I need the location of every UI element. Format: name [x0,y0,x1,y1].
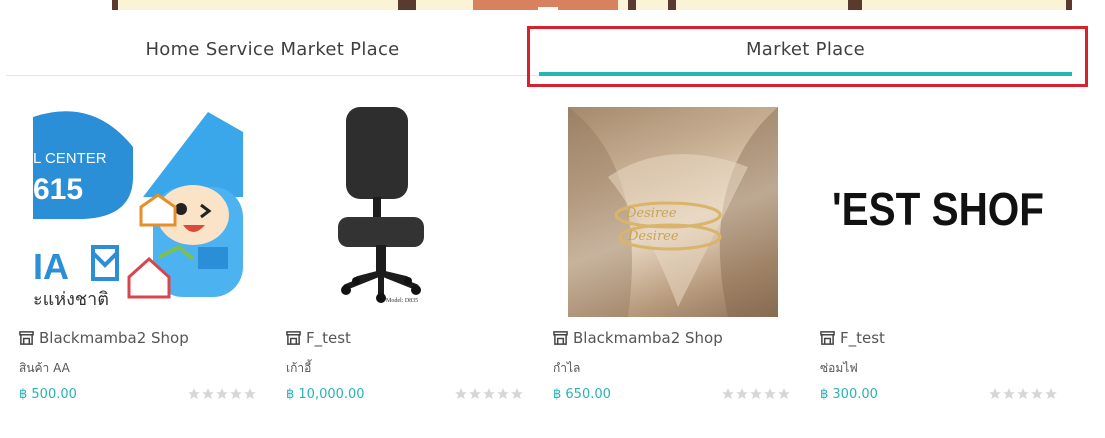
star-icon [230,388,242,400]
test-shop-image-text: 'EST SHOF [834,183,1044,235]
star-icon [722,388,734,400]
star-icon [1031,388,1043,400]
top-banner-strip [112,0,1072,10]
star-icon [1045,388,1057,400]
product-price: ฿ 10,000.00 [286,387,365,402]
product-name[interactable]: สินค้า AA [19,359,70,378]
rating-stars [721,387,793,401]
store-icon [286,330,301,349]
star-icon [216,388,228,400]
product-name[interactable]: เก้าอี้ [286,359,311,378]
rating-stars [454,387,526,401]
product-image[interactable]: Desiree Desiree [568,107,778,317]
shop-label: Blackmamba2 Shop [39,329,189,347]
product-image[interactable]: Model: D835 [286,107,496,317]
shop-name[interactable]: Blackmamba2 Shop [19,329,189,349]
star-icon [1017,388,1029,400]
banner-thai-text: ะแห่งชาติ [33,289,109,310]
store-icon [19,330,34,349]
star-icon [764,388,776,400]
store-icon [553,330,568,349]
shop-name[interactable]: F_test [286,329,351,349]
star-icon [1003,388,1015,400]
tab-bar: Home Service Market Place Market Place [6,26,1072,76]
shop-name[interactable]: F_test [820,329,885,349]
tab-label: Market Place [745,39,866,60]
star-icon [202,388,214,400]
product-price: ฿ 650.00 [553,387,611,402]
banner-brand-text: IA [33,246,69,287]
shop-label: F_test [306,329,351,347]
shop-label: F_test [840,329,885,347]
star-icon [244,388,256,400]
product-price: ฿ 300.00 [820,387,878,402]
store-icon [820,330,835,349]
star-icon [778,388,790,400]
star-icon [483,388,495,400]
tab-label: Home Service Market Place [145,39,400,60]
ring-engraving-bottom: Desiree [627,229,679,244]
star-icon [511,388,523,400]
star-icon [497,388,509,400]
star-icon [989,388,1001,400]
product-name[interactable]: กำไล [553,359,580,378]
chair-model-label: Model: D835 [386,298,418,304]
shop-name[interactable]: Blackmamba2 Shop [553,329,723,349]
banner-center-text: L CENTER [33,150,107,167]
shop-label: Blackmamba2 Shop [573,329,723,347]
star-icon [469,388,481,400]
rating-stars [187,387,259,401]
star-icon [188,388,200,400]
ring-engraving-top: Desiree [625,206,677,221]
banner-number-text: 615 [33,173,83,206]
tab-home-service-market-place[interactable]: Home Service Market Place [6,26,539,76]
product-image[interactable]: 'EST SHOF [834,107,1044,317]
star-icon [750,388,762,400]
star-icon [455,388,467,400]
star-icon [736,388,748,400]
product-name[interactable]: ซ่อมไฟ [820,359,858,378]
product-image[interactable]: L CENTER 615 IA ะแห่งชาติ [33,107,243,317]
product-price: ฿ 500.00 [19,387,77,402]
tab-market-place[interactable]: Market Place [539,26,1072,76]
active-tab-indicator [539,72,1072,76]
rating-stars [988,387,1060,401]
